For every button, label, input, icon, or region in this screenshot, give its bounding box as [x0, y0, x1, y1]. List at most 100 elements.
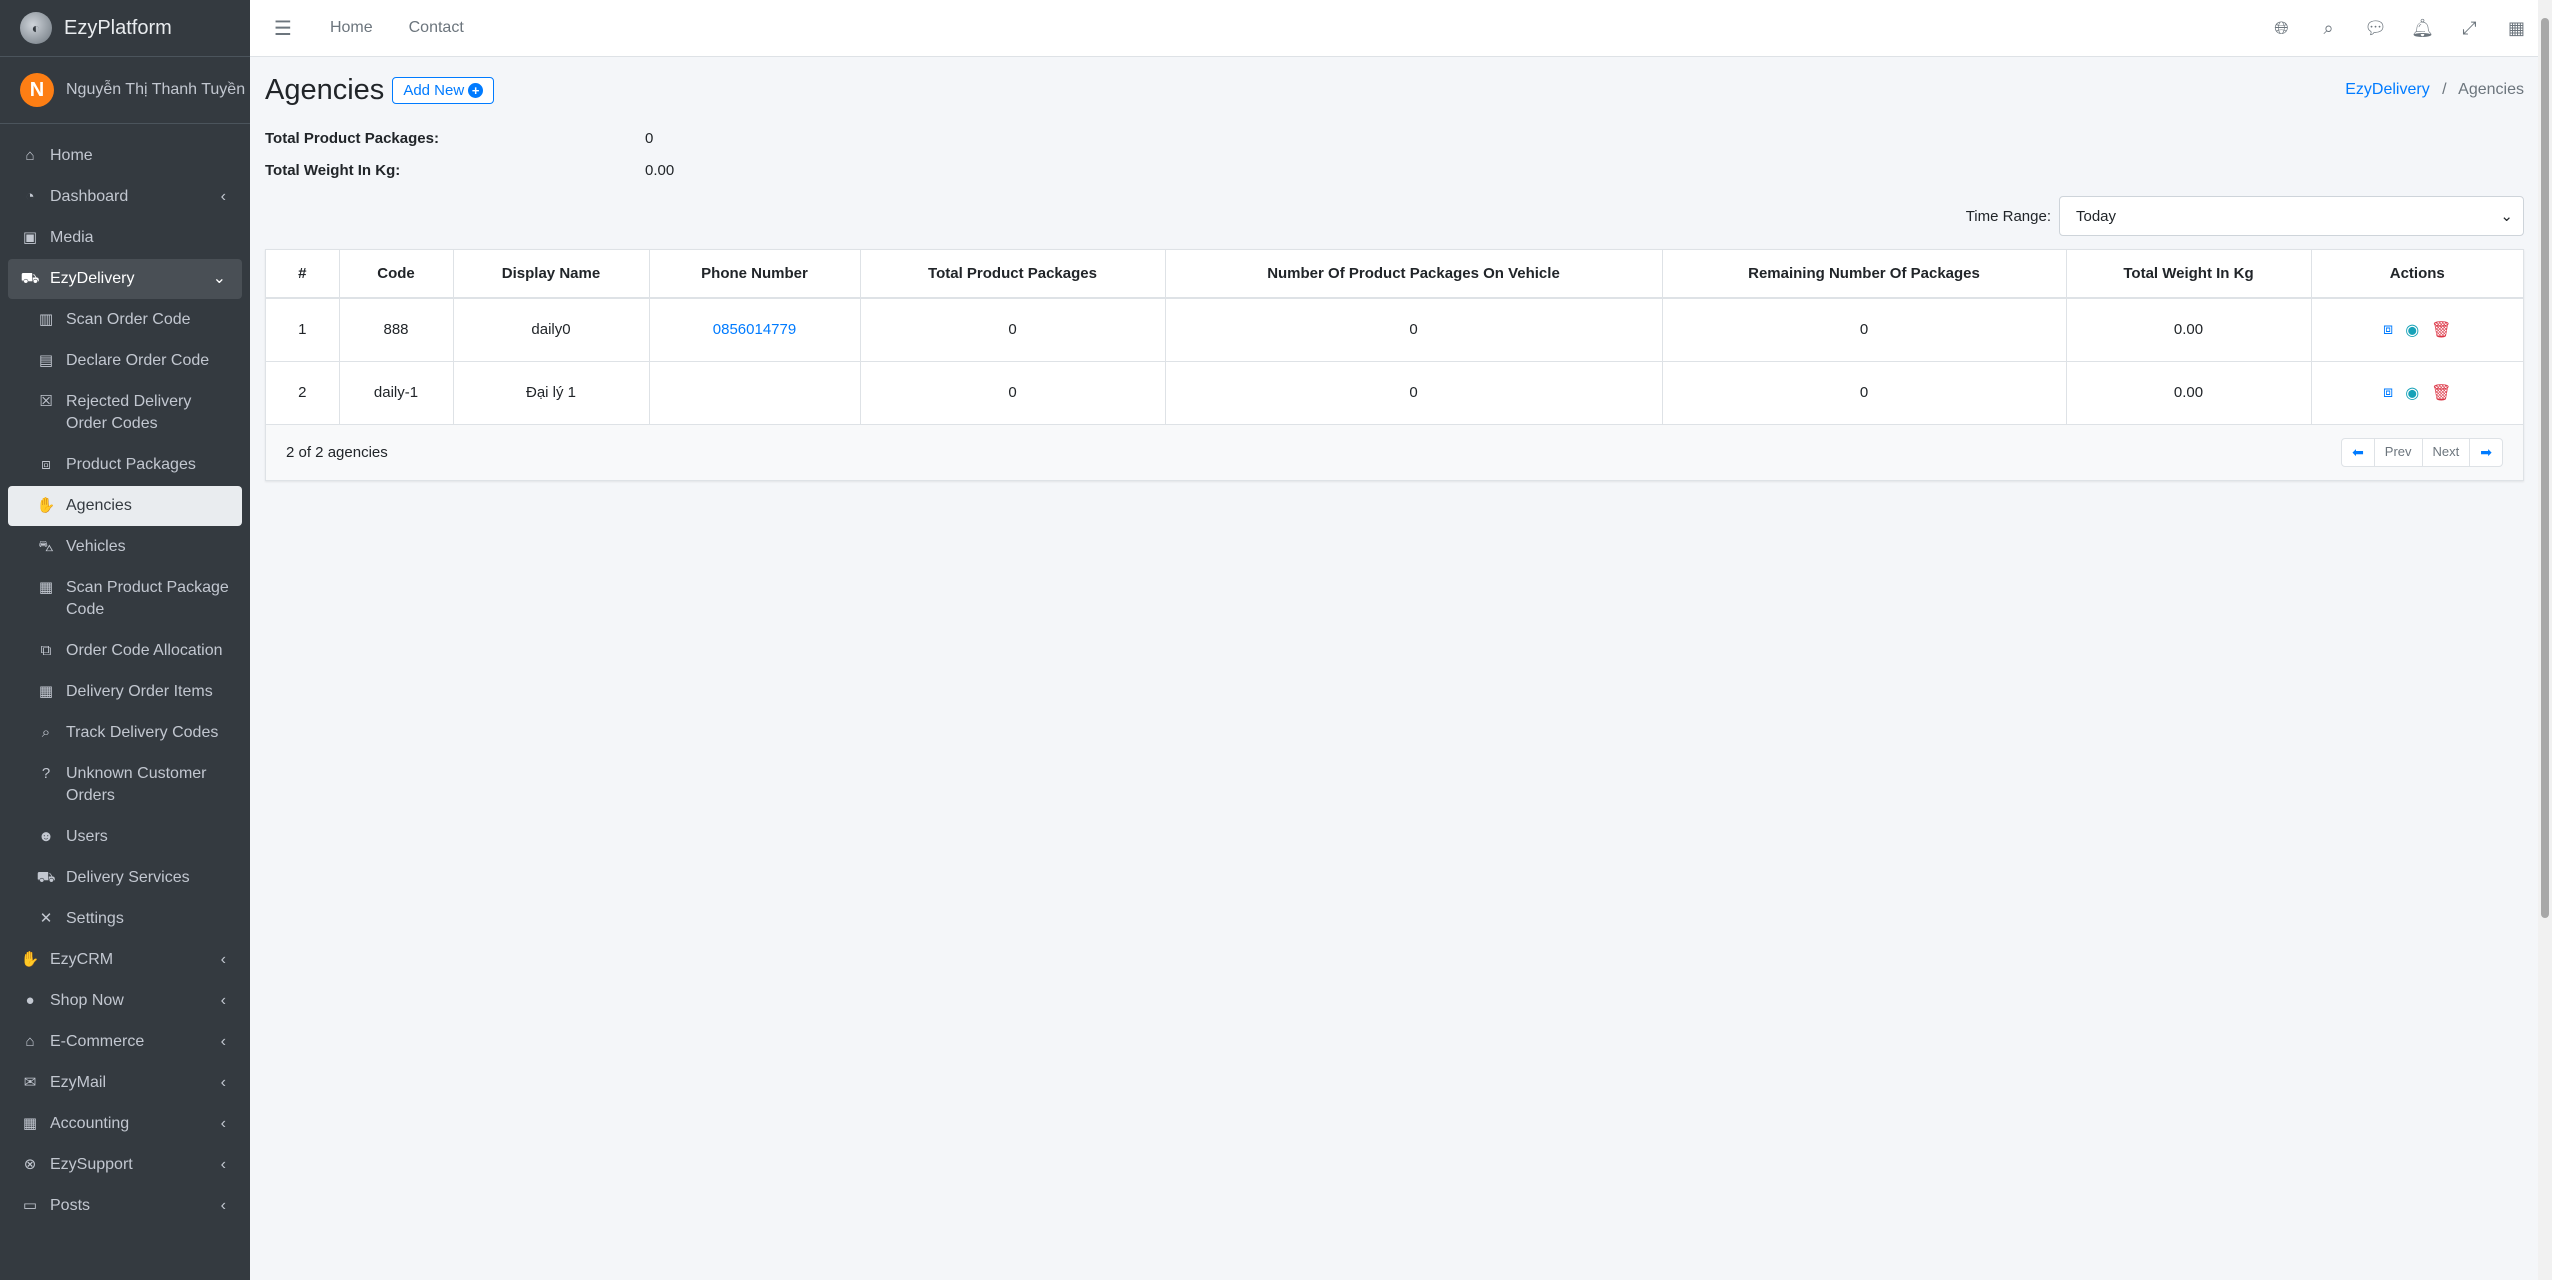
sidebar-item-label: Unknown Customer Orders	[66, 765, 207, 804]
sidebar-item-ezycrm[interactable]: ✋ EzyCRM ‹	[8, 940, 242, 980]
top-link-home[interactable]: Home	[330, 19, 373, 37]
sidebar-item-e-commerce[interactable]: ⌂ E-Commerce ‹	[8, 1022, 242, 1062]
trash-icon[interactable]: 🗑︎	[2431, 320, 2451, 340]
sidebar-item-settings[interactable]: ✕ Settings	[8, 899, 242, 939]
cell-total-packages: 0	[860, 298, 1166, 362]
sidebar-item-shop-now[interactable]: ● Shop Now ‹	[8, 981, 242, 1021]
view-eye-icon[interactable]: ◉	[2405, 320, 2419, 340]
ezydelivery-submenu: ▥ Scan Order Code ▤ Declare Order Code ☒…	[8, 300, 242, 939]
row-actions: ⧈ ◉ 🗑︎	[2383, 320, 2451, 340]
sidebar-item-posts[interactable]: ▭ Posts ‹	[8, 1186, 242, 1226]
sidebar-item-delivery-services[interactable]: ⛟ Delivery Services	[8, 858, 242, 898]
sidebar-item-declare-order-code[interactable]: ▤ Declare Order Code	[8, 341, 242, 381]
table-row: 1 888 daily0 0856014779 0 0 0 0.00 ⧈ ◉ 🗑…	[266, 298, 2523, 362]
fullscreen-icon[interactable]: ⤢	[2446, 18, 2493, 39]
handshake-icon: ✋	[20, 951, 40, 968]
breadcrumb-parent[interactable]: EzyDelivery	[2345, 81, 2429, 98]
user-panel[interactable]: N Nguyễn Thị Thanh Tuyền	[0, 57, 250, 124]
sidebar-item-label: Accounting	[50, 1115, 130, 1132]
sidebar-item-label: Shop Now	[50, 992, 124, 1009]
sidebar-item-label: Rejected Delivery Order Codes	[66, 393, 192, 432]
header-weight: Total Weight In Kg	[2066, 250, 2312, 299]
sidebar-item-dashboard[interactable]: ◔ Dashboard ‹	[8, 177, 242, 217]
packages-icon[interactable]: ⧈	[2383, 384, 2393, 402]
trash-icon[interactable]: 🗑︎	[2431, 383, 2451, 403]
sidebar-item-product-packages[interactable]: ⧈ Product Packages	[8, 445, 242, 485]
cell-remaining: 0	[1662, 361, 2067, 425]
sidebar-item-label: EzyDelivery	[50, 270, 135, 287]
header-actions: Actions	[2311, 250, 2523, 299]
stats: Total Product Packages: 0 Total Weight I…	[265, 122, 2524, 186]
arrow-right-icon[interactable]: ➡	[2470, 439, 2502, 466]
grid-icon: ▦	[38, 683, 54, 700]
sidebar-item-label: Home	[50, 147, 93, 164]
apps-grid-icon[interactable]: ▦	[2493, 18, 2540, 39]
sidebar-item-media[interactable]: ▣ Media	[8, 218, 242, 258]
prev-button[interactable]: Prev	[2375, 438, 2423, 466]
sidebar-item-agencies[interactable]: ✋ Agencies	[8, 486, 242, 526]
comments-icon[interactable]: 💬︎	[2352, 18, 2399, 39]
top-navbar-actions: 🌐︎ ⌕ 💬︎ 🔔︎ ⤢ ▦	[2258, 18, 2540, 39]
next-button[interactable]: Next	[2423, 438, 2471, 466]
search-icon[interactable]: ⌕	[2305, 18, 2352, 39]
top-link-contact[interactable]: Contact	[409, 19, 464, 37]
sidebar-item-users[interactable]: ☻ Users	[8, 817, 242, 857]
home-icon: ⌂	[25, 147, 35, 164]
sidebar-item-accounting[interactable]: ▦ Accounting ‹	[8, 1104, 242, 1144]
sidebar-item-order-code-allocation[interactable]: ⧉ Order Code Allocation	[8, 631, 242, 671]
breadcrumb-current: Agencies	[2458, 81, 2524, 98]
sidebar-item-ezymail[interactable]: ✉ EzyMail ‹	[8, 1063, 242, 1103]
sidebar-item-label: Vehicles	[66, 538, 126, 555]
sidebar-item-rejected-delivery-order-codes[interactable]: ☒ Rejected Delivery Order Codes	[8, 382, 242, 444]
brand-name: EzyPlatform	[64, 16, 172, 39]
sidebar-item-label: EzyCRM	[50, 951, 114, 968]
plus-circle-icon: +	[468, 82, 484, 98]
table-footer: 2 of 2 agencies ⬅ Prev Next ➡	[266, 424, 2523, 480]
agencies-card: # Code Display Name Phone Number Total P…	[265, 249, 2524, 481]
header-total-packages: Total Product Packages	[860, 250, 1166, 299]
table-header-row: # Code Display Name Phone Number Total P…	[266, 250, 2523, 299]
file-icon: ▤	[38, 352, 54, 369]
posts-icon: ▭	[22, 1197, 38, 1214]
qrcode-icon: ▦	[38, 579, 54, 596]
sidebar-item-track-delivery-codes[interactable]: ⌕ Track Delivery Codes	[8, 713, 242, 753]
cell-phone	[649, 361, 861, 425]
question-icon: ?	[41, 765, 51, 782]
sidebar-item-home[interactable]: ⌂ Home	[8, 136, 242, 176]
sidebar-item-label: Delivery Services	[66, 869, 190, 886]
sidebar-item-vehicles[interactable]: ⛍ Vehicles	[8, 527, 242, 567]
brand[interactable]: ◐ EzyPlatform	[0, 0, 250, 57]
time-range-select[interactable]: Today ⌄	[2059, 196, 2524, 236]
globe-icon[interactable]: 🌐︎	[2258, 18, 2305, 39]
cell-weight: 0.00	[2066, 361, 2312, 425]
phone-link[interactable]: 0856014779	[713, 321, 796, 338]
sidebar-item-unknown-customer-orders[interactable]: ? Unknown Customer Orders	[8, 754, 242, 816]
row-actions: ⧈ ◉ 🗑︎	[2383, 383, 2451, 403]
sidebar-item-ezydelivery[interactable]: ⛟ EzyDelivery ⌄	[8, 259, 242, 299]
header-display-name: Display Name	[453, 250, 650, 299]
cell-on-vehicle: 0	[1165, 298, 1663, 362]
add-new-button[interactable]: Add New +	[392, 76, 495, 104]
sidebar-item-label: Track Delivery Codes	[66, 724, 219, 741]
agencies-table: # Code Display Name Phone Number Total P…	[266, 250, 2523, 425]
breadcrumb-separator: /	[2442, 81, 2447, 98]
page-scrollbar[interactable]	[2538, 0, 2552, 1280]
menu-toggle-icon[interactable]: ☰	[274, 16, 292, 41]
scrollbar-thumb[interactable]	[2541, 18, 2549, 918]
header-num: #	[266, 250, 340, 299]
sidebar-item-scan-product-package-code[interactable]: ▦ Scan Product Package Code	[8, 568, 242, 630]
sidebar-item-ezysupport[interactable]: ⊗ EzySupport ‹	[8, 1145, 242, 1185]
pagination: ⬅ Prev Next ➡	[2341, 437, 2503, 467]
chevron-left-icon: ‹	[220, 188, 226, 205]
arrow-left-icon[interactable]: ⬅	[2342, 438, 2375, 466]
sidebar-item-delivery-order-items[interactable]: ▦ Delivery Order Items	[8, 672, 242, 712]
sidebar-item-label: Settings	[66, 910, 124, 927]
truck-icon: ⛟	[20, 270, 40, 287]
packages-icon[interactable]: ⧈	[2383, 321, 2393, 339]
view-eye-icon[interactable]: ◉	[2405, 383, 2419, 403]
sidebar-item-scan-order-code[interactable]: ▥ Scan Order Code	[8, 300, 242, 340]
sidebar-item-label: EzyMail	[50, 1074, 107, 1091]
bell-icon[interactable]: 🔔︎	[2399, 18, 2446, 39]
lifebuoy-icon: ⊗	[23, 1156, 37, 1173]
chevron-left-icon: ‹	[220, 951, 226, 968]
